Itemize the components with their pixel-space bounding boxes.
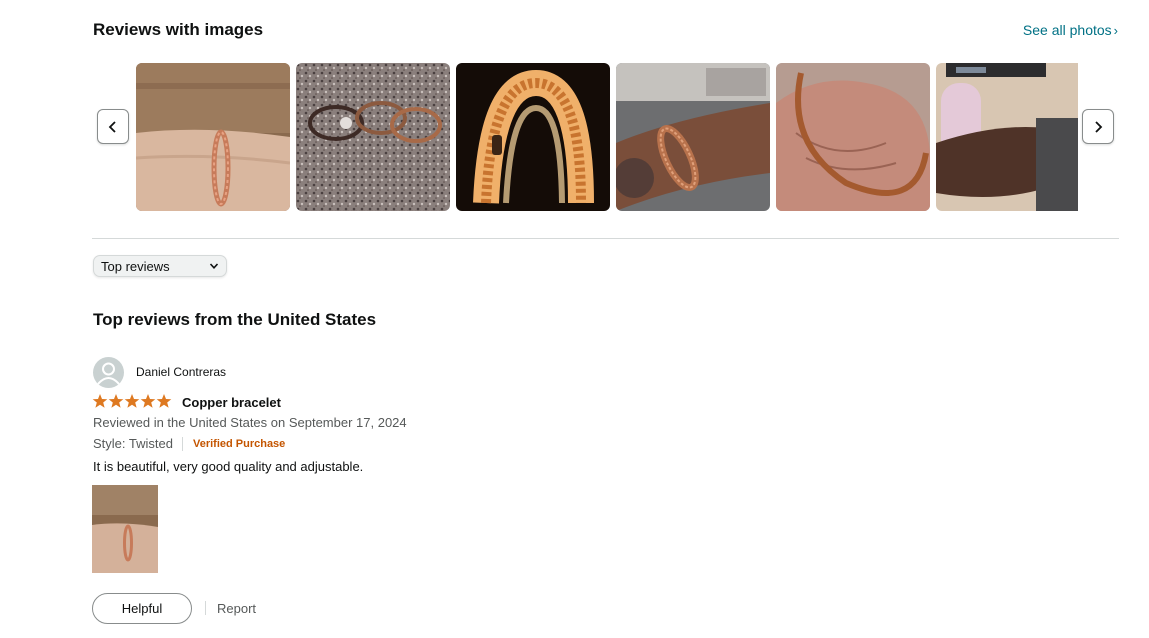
review-date: Reviewed in the United States on Septemb… bbox=[93, 415, 407, 430]
carousel-next-button[interactable] bbox=[1082, 109, 1114, 144]
chevron-right-icon bbox=[1095, 120, 1103, 133]
sort-reviews-dropdown[interactable]: Top reviews bbox=[93, 255, 227, 277]
reviewer-avatar-icon bbox=[93, 357, 124, 388]
review-image-thumbnail[interactable] bbox=[296, 63, 450, 211]
review-images-carousel bbox=[136, 63, 1078, 211]
review-image-thumbnail[interactable] bbox=[136, 63, 290, 211]
top-reviews-heading: Top reviews from the United States bbox=[93, 310, 377, 329]
review-style-line: Style: Twisted Verified Purchase bbox=[93, 436, 285, 451]
bracelet-photo-tattoo-wrist bbox=[616, 63, 770, 211]
star-icon bbox=[156, 394, 172, 408]
review-image-thumbnail[interactable] bbox=[936, 63, 1078, 211]
bracelet-photo-wrist bbox=[136, 63, 290, 211]
review-body-text: It is beautiful, very good quality and a… bbox=[93, 459, 364, 474]
review-style-option[interactable]: Style: Twisted bbox=[93, 436, 173, 451]
reviewer-name[interactable]: Daniel Contreras bbox=[136, 365, 226, 379]
bracelet-photo-wrist bbox=[92, 485, 158, 573]
verified-purchase-badge[interactable]: Verified Purchase bbox=[193, 438, 285, 450]
chevron-down-icon bbox=[209, 263, 219, 269]
chevron-left-icon bbox=[108, 120, 116, 133]
sort-selected-value[interactable]: Top reviews bbox=[101, 259, 170, 274]
star-rating[interactable] bbox=[92, 393, 172, 409]
star-icon bbox=[140, 394, 156, 408]
star-icon bbox=[124, 394, 140, 408]
report-link[interactable]: Report bbox=[217, 601, 256, 616]
divider bbox=[205, 601, 206, 615]
star-icon bbox=[92, 394, 108, 408]
reviews-with-images-heading: Reviews with images bbox=[93, 20, 264, 39]
review-attached-image[interactable] bbox=[92, 485, 158, 573]
bracelet-photo-granite bbox=[296, 63, 450, 211]
divider bbox=[181, 436, 183, 451]
review-image-thumbnail[interactable] bbox=[456, 63, 610, 211]
see-all-photos-link[interactable]: See all photos › bbox=[1023, 22, 1118, 38]
review-image-thumbnail[interactable] bbox=[616, 63, 770, 211]
review-title-link[interactable]: Copper bracelet bbox=[182, 395, 281, 410]
bracelet-photo-glowing bbox=[456, 63, 610, 211]
chevron-right-icon: › bbox=[1113, 23, 1118, 38]
bracelet-photo-palm bbox=[776, 63, 930, 211]
star-icon bbox=[108, 394, 124, 408]
carousel-prev-button[interactable] bbox=[97, 109, 129, 144]
helpful-button[interactable]: Helpful bbox=[92, 593, 192, 624]
see-all-photos-label[interactable]: See all photos bbox=[1023, 22, 1112, 38]
section-divider bbox=[92, 238, 1119, 239]
review-image-thumbnail[interactable] bbox=[776, 63, 930, 211]
bracelet-photo-sleeve bbox=[936, 63, 1078, 211]
